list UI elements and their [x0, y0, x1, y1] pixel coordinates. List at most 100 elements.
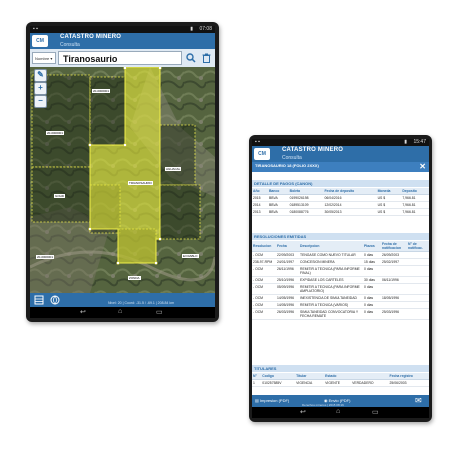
- cell: US $: [376, 208, 402, 216]
- cell: US $: [376, 194, 402, 202]
- app-logo: CM: [32, 35, 48, 47]
- cell: TENGASE COMO NUEVO TITULAR: [299, 251, 363, 259]
- cell: 25/10/1996: [276, 276, 299, 284]
- cell: 0 dias: [363, 294, 381, 302]
- app-header: CM CATASTRO MINERO Consulta: [252, 146, 429, 162]
- cell: BBVA: [267, 194, 289, 202]
- cell: [407, 283, 429, 295]
- cell: REMITIR A TECNICA (PARA INFORME FINAL): [299, 265, 363, 277]
- tablet-screen: ▪ ▪ 07:08 ▮ CM CATASTRO MINERO Consulta …: [30, 26, 215, 318]
- table-row: 1 010257585V VIGENCIA VIGENTE VERDADERO …: [252, 379, 429, 387]
- col-header: Fecha: [276, 241, 299, 252]
- cell: [407, 308, 429, 320]
- payments-section-title: DETALLE DE PAGOS (CANON): [252, 180, 429, 187]
- zoom-in-icon[interactable]: +: [34, 82, 47, 95]
- cell: EXPIDASE LOS CARTELES: [299, 276, 363, 284]
- cell: BBVA: [267, 208, 289, 216]
- edit-tool-icon[interactable]: ✎: [34, 69, 47, 82]
- cell: 2013: [252, 208, 268, 216]
- app-title: CATASTRO MINERO: [282, 147, 344, 153]
- cell: 24/01/1997: [276, 258, 299, 266]
- cell: VIGENCIA: [295, 379, 325, 387]
- cell: CONCESION MINERA: [299, 258, 363, 266]
- cell: 238-97-RPM: [252, 258, 276, 266]
- map-footer-text: Nivel: 20 | Coord: -31.5 / -69.1 | 208.8…: [108, 301, 175, 305]
- map-bottom-bar: Nivel: 20 | Coord: -31.5 / -69.1 | 208.8…: [30, 293, 215, 307]
- cell: [407, 265, 429, 277]
- close-icon[interactable]: ✕: [419, 163, 426, 171]
- parcel-label[interactable]: El DIABLO: [182, 254, 199, 258]
- cell: - OCM: [252, 276, 276, 284]
- table-row: - OCM 26/11/1996 REMITIR A TECNICA (PARA I…: [252, 265, 429, 277]
- parcel-label[interactable]: 20-0000001: [92, 89, 111, 93]
- parcel-label[interactable]: 20-0000001: [46, 131, 65, 135]
- print-pdf-button[interactable]: ▤ Impresion (PDF): [255, 398, 289, 403]
- table-row: - OCM 22/09/2003 TENGASE COMO NUEVO TITULA…: [252, 251, 429, 259]
- cell: REMITIR A TECNICA (VARIOS): [299, 301, 363, 309]
- cell: 14/05/1996: [276, 294, 299, 302]
- parcel-label-selected[interactable]: TIRANOSAURIO: [128, 181, 153, 185]
- status-time: 07:08: [199, 26, 212, 32]
- home-icon[interactable]: ⌂: [336, 408, 340, 415]
- col-header: Fecha de notificacion: [381, 241, 407, 252]
- search-type-dropdown[interactable]: Nombre ▾: [32, 52, 56, 64]
- resolutions-table: Resolucion Fecha Descripcion Plazos Fech…: [252, 241, 429, 320]
- parcel-label[interactable]: 20-0000001: [36, 255, 55, 259]
- trash-icon[interactable]: [199, 51, 213, 65]
- parcel-label[interactable]: GOHD: [54, 194, 65, 198]
- cell: 0189513109: [288, 201, 324, 209]
- cell: 2014: [252, 201, 268, 209]
- tablet-screen: ▪ ▪ 15:47 ▮ CM CATASTRO MINERO Consulta …: [252, 139, 429, 418]
- cell: 0199026198: [288, 194, 324, 202]
- detail-bottom-bar: ▤ Impresion (PDF) ◉ Envio (PDF) ✉ Derech…: [252, 395, 429, 407]
- cell: VERDADERO: [351, 379, 389, 387]
- col-header: Descripcion: [299, 241, 363, 252]
- search-bar: Nombre ▾ Tiranosaurio: [30, 49, 215, 67]
- cell: [407, 301, 429, 309]
- parcel-label[interactable]: ZONDA: [128, 276, 141, 280]
- cell: 010257585V: [261, 379, 296, 387]
- battery-icon: ▮: [404, 139, 407, 145]
- home-icon[interactable]: ⌂: [118, 308, 122, 315]
- back-icon[interactable]: ↩: [300, 408, 306, 416]
- globe-icon[interactable]: [50, 295, 60, 305]
- cell: [381, 301, 407, 309]
- cell: SIMULTANEIDAD CONVOCATORIA Y FECHA REMAT…: [299, 308, 363, 320]
- cell: 26/09/2003: [381, 251, 407, 259]
- cell: 0 dias: [363, 308, 381, 320]
- cell: 25/06/2003: [388, 379, 429, 387]
- tablet-detail-view: ▪ ▪ 15:47 ▮ CM CATASTRO MINERO Consulta …: [249, 135, 432, 422]
- cell: - OCM: [252, 283, 276, 295]
- cell: 26/03/1996: [276, 308, 299, 320]
- cell: [407, 251, 429, 259]
- search-icon[interactable]: [184, 51, 198, 65]
- cell: 14/05/1996: [276, 301, 299, 309]
- cell: [407, 276, 429, 284]
- status-time: 15:47: [413, 139, 426, 145]
- map-graphics: [30, 67, 215, 293]
- table-row: 2014 BBVA 0189513109 12/02/2014 US $ 7,9…: [252, 201, 429, 209]
- search-input[interactable]: Tiranosaurio: [58, 51, 182, 65]
- recent-apps-icon[interactable]: ▭: [372, 408, 379, 416]
- table-row: - OCM 05/09/1996 REMITIR A TECNICA (PARA I…: [252, 283, 429, 295]
- mail-icon[interactable]: ✉: [415, 396, 422, 405]
- cell: [381, 265, 407, 277]
- col-header: Plazos: [363, 241, 381, 252]
- cell: 30 dias: [363, 276, 381, 284]
- layers-icon[interactable]: [34, 295, 44, 305]
- cell: - OCM: [252, 308, 276, 320]
- tablet-map-view: ▪ ▪ 07:08 ▮ CM CATASTRO MINERO Consulta …: [26, 22, 219, 322]
- status-bar: ▪ ▪ 15:47 ▮: [252, 139, 429, 146]
- cell: 06/04/2016: [323, 194, 377, 202]
- satellite-map[interactable]: ✎ + − 20-0000001 20-0000001 GOHD TIRANOS…: [30, 67, 215, 293]
- cell: INEXISTENCIA DE SIMULTANEIDAD: [299, 294, 363, 302]
- cell: [381, 283, 407, 295]
- table-row: - OCM 25/10/1996 EXPIDASE LOS CARTELES 30 d…: [252, 276, 429, 284]
- zoom-out-icon[interactable]: −: [34, 95, 47, 108]
- back-icon[interactable]: ↩: [80, 308, 86, 316]
- cell: 12/02/2014: [323, 201, 377, 209]
- recent-apps-icon[interactable]: ▭: [156, 308, 163, 316]
- resolutions-header-row: Resolucion Fecha Descripcion Plazos Fech…: [252, 241, 429, 252]
- parcel-label[interactable]: AGUACAL: [165, 167, 182, 171]
- col-header: Resolucion: [252, 241, 276, 252]
